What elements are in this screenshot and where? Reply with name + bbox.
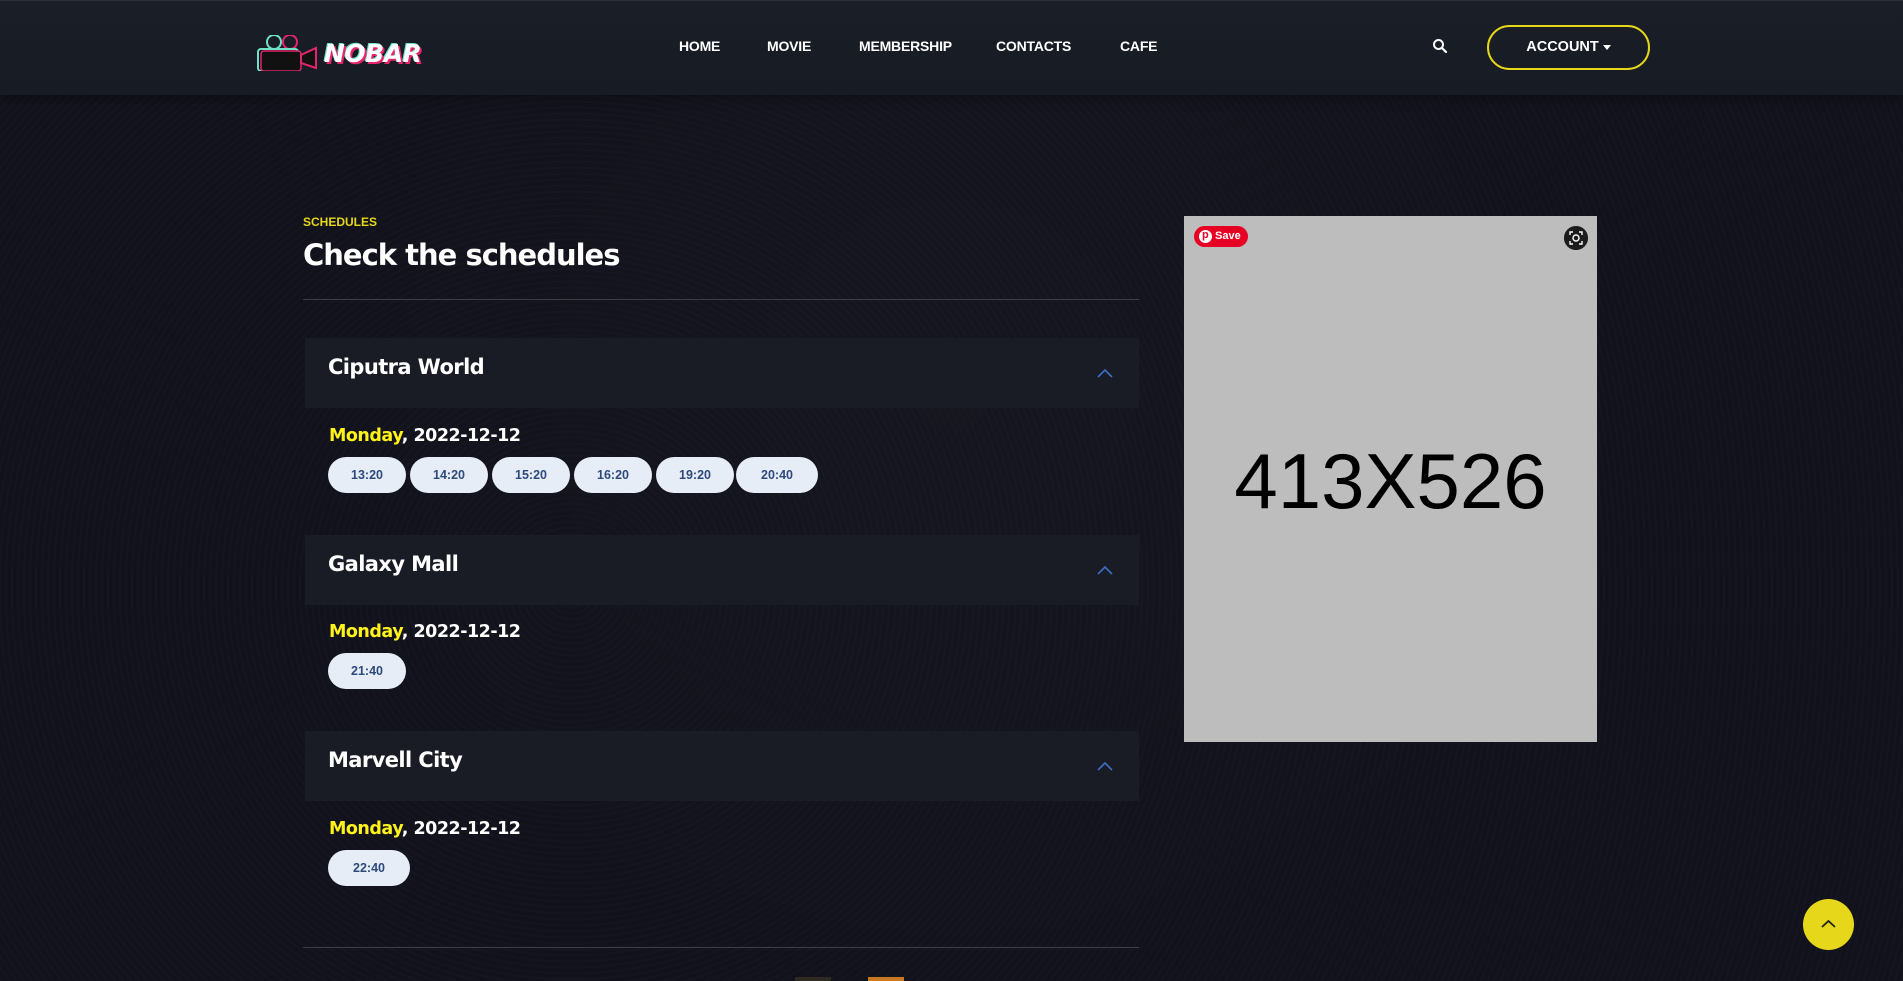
nav-membership[interactable]: MEMBERSHIP — [859, 38, 952, 54]
schedule-day: Monday — [329, 622, 402, 642]
accordion-header-ciputra-world[interactable]: Ciputra World — [305, 338, 1139, 408]
account-button[interactable]: ACCOUNT — [1487, 25, 1650, 70]
showtime-button[interactable]: 19:20 — [656, 457, 734, 493]
divider — [303, 947, 1139, 948]
schedule-date: Monday, 2022-12-12 — [329, 622, 521, 642]
nav-home[interactable]: HOME — [679, 38, 720, 54]
accordion-header-marvell-city[interactable]: Marvell City — [305, 731, 1139, 801]
page-tab-active[interactable] — [868, 977, 904, 981]
schedule-day: Monday — [329, 819, 402, 839]
chevron-up-icon[interactable] — [1097, 761, 1113, 771]
showtime-button[interactable]: 14:20 — [410, 457, 488, 493]
caret-down-icon — [1602, 44, 1611, 50]
schedule-day: Monday — [329, 426, 402, 446]
account-label: ACCOUNT — [1526, 39, 1599, 55]
showtime-button[interactable]: 22:40 — [328, 850, 410, 886]
arrow-up-icon — [1821, 919, 1836, 928]
cinema-name: Ciputra World — [328, 355, 485, 379]
schedule-date-value: , 2022-12-12 — [401, 622, 521, 642]
search-icon[interactable] — [1432, 38, 1448, 54]
pinterest-icon — [1199, 225, 1212, 246]
background-pattern — [0, 0, 1903, 981]
page-tab[interactable] — [795, 977, 831, 981]
chevron-up-icon[interactable] — [1097, 368, 1113, 378]
showtime-button[interactable]: 13:20 — [328, 457, 406, 493]
pinterest-save-button[interactable]: Save — [1194, 225, 1248, 247]
divider — [303, 299, 1139, 300]
page-title: Check the schedules — [303, 238, 620, 272]
showtime-button[interactable]: 15:20 — [492, 457, 570, 493]
schedule-date-value: , 2022-12-12 — [401, 819, 521, 839]
nav-cafe[interactable]: CAFE — [1120, 38, 1158, 54]
cinema-name: Marvell City — [328, 748, 463, 772]
showtime-button[interactable]: 16:20 — [574, 457, 652, 493]
schedule-date: Monday, 2022-12-12 — [329, 426, 521, 446]
schedule-date: Monday, 2022-12-12 — [329, 819, 521, 839]
site-header: NOBAR HOME MOVIE MEMBERSHIP CONTACTS CAF… — [0, 0, 1903, 95]
poster-placeholder: Save 413X526 — [1184, 216, 1597, 742]
nav-contacts[interactable]: CONTACTS — [996, 38, 1071, 54]
placeholder-label: 413X526 — [1234, 437, 1547, 525]
accordion-header-galaxy-mall[interactable]: Galaxy Mall — [305, 535, 1139, 605]
cinema-name: Galaxy Mall — [328, 552, 459, 576]
lens-icon[interactable] — [1564, 226, 1588, 250]
schedule-date-value: , 2022-12-12 — [401, 426, 521, 446]
scroll-to-top-button[interactable] — [1803, 899, 1854, 950]
section-eyebrow: SCHEDULES — [303, 215, 378, 229]
showtime-button[interactable]: 20:40 — [736, 457, 818, 493]
nav-movie[interactable]: MOVIE — [767, 38, 811, 54]
save-label: Save — [1215, 230, 1241, 242]
showtime-button[interactable]: 21:40 — [328, 653, 406, 689]
chevron-up-icon[interactable] — [1097, 565, 1113, 575]
